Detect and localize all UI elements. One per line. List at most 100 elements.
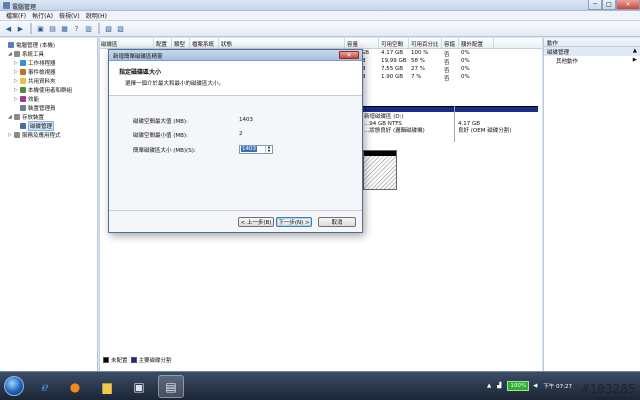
close-button[interactable]: ✕ [616, 0, 640, 10]
back-arrow-icon[interactable]: ◀ [3, 23, 14, 34]
dialog-header: 指定磁碟區大小 選擇一個介於最大和最小的磁碟區大小。 [109, 61, 362, 96]
partition-oem-size: 4.17 GB [458, 121, 481, 127]
services-icon [14, 131, 20, 138]
console-icon[interactable]: ▥ [83, 23, 94, 34]
computer-management-icon[interactable]: ▤ [158, 375, 184, 398]
disk-list-icon[interactable]: ▨ [115, 23, 126, 34]
toolbar-separator [98, 23, 100, 34]
back-button[interactable]: < 上一步(B) [238, 217, 274, 227]
tree-item[interactable]: ▷ 效能 [0, 94, 97, 103]
legend: 未配置 主要磁碟分割 [100, 354, 540, 365]
properties-icon[interactable]: ▦ [59, 23, 70, 34]
volume-size-input[interactable]: 1403 [240, 146, 265, 153]
table-cell: 27 % [411, 66, 425, 72]
expander-icon[interactable]: ▷ [14, 60, 19, 66]
spin-down-icon[interactable]: ▼ [266, 149, 272, 154]
maximize-button[interactable]: □ [602, 0, 616, 10]
tree-item[interactable]: ▷ 工作排程器 [0, 58, 97, 67]
dialog-titlebar: 新增簡單磁碟區精靈 ✕ [109, 50, 362, 61]
table-cell: 否 [444, 52, 450, 57]
network-icon[interactable]: ▟ [497, 383, 501, 389]
menu-file[interactable]: 檔案(F) [6, 11, 26, 20]
taskbar: ℯ ● ▆ ▣ ▤ ▲ ▟ 100% ◀ 下午 07:27 [0, 371, 640, 400]
unallocated-block[interactable] [363, 150, 397, 190]
firefox-icon[interactable]: ● [62, 375, 88, 398]
explorer-icon[interactable]: ▆ [94, 375, 120, 398]
col-type[interactable]: 類型 [172, 38, 190, 48]
tree-item[interactable]: 磁碟管理 [0, 120, 97, 131]
battery-indicator[interactable]: 100% [507, 381, 530, 391]
partition-d-name: 新增磁碟區 (D:) [364, 114, 404, 120]
cancel-button[interactable]: 取消 [318, 217, 356, 227]
dialog-header-title: 指定磁碟區大小 [119, 69, 162, 76]
ie-icon[interactable]: ℯ [32, 375, 58, 398]
col-volume[interactable]: 磁碟區 [99, 38, 154, 48]
more-actions[interactable]: 其他動作 ▶ [544, 56, 640, 65]
col-layout[interactable]: 配置 [154, 38, 172, 48]
expander-icon[interactable]: ◢ [8, 51, 13, 57]
clock[interactable]: 下午 07:27 [543, 382, 572, 390]
expander-icon[interactable]: ▷ [14, 78, 19, 84]
col-capacity[interactable]: 容量 [345, 38, 379, 48]
col-filesystem[interactable]: 檔案系統 [190, 38, 219, 48]
col-pct-free[interactable]: 可用百分比 [409, 38, 442, 48]
dialog-title: 新增簡單磁碟區精靈 [113, 54, 163, 60]
tree-item[interactable]: ▷ 事件檢視器 [0, 67, 97, 76]
tree-item[interactable]: 電腦管理 (本機) [0, 40, 97, 49]
spin-arrows[interactable]: ▲ ▼ [265, 145, 272, 154]
partition-oem[interactable]: 4.17 GB 良好 (OEM 磁碟分割) [458, 121, 538, 135]
tree-item[interactable]: ▷ 本機使用者和群組 [0, 85, 97, 94]
help-icon[interactable]: ? [71, 23, 82, 34]
computer-icon [8, 41, 14, 48]
toolbar: ◀ ▶ ▣ ▤ ▦ ? ▥ ▧ ▨ [0, 21, 640, 37]
media-icon[interactable]: ▣ [126, 375, 152, 398]
next-button[interactable]: 下一步(N) > [276, 217, 312, 227]
partition-d[interactable]: 新增磁碟區 (D:) ...94 GB NTFS ...狀態良好 (邏輯磁碟機) [364, 114, 452, 135]
folder-icon [20, 77, 26, 84]
table-cell: 7 % [411, 74, 422, 80]
table-cell: 100 % [411, 50, 429, 56]
tray-arrow-icon[interactable]: ▲ [487, 383, 491, 389]
show-tree-icon[interactable]: ▤ [47, 23, 58, 34]
forward-arrow-icon[interactable]: ▶ [15, 23, 26, 34]
col-overhead[interactable]: 額外配置 [459, 38, 494, 48]
col-fault[interactable]: 容錯 [442, 38, 459, 48]
more-actions-label: 其他動作 [556, 59, 579, 65]
start-button[interactable] [4, 376, 24, 396]
tree-item[interactable]: ▷ 共用資料夾 [0, 76, 97, 85]
volume-icon[interactable]: ◀ [533, 383, 537, 389]
menu-action[interactable]: 執行(A) [32, 11, 53, 20]
disk-properties-icon[interactable]: ▧ [103, 23, 114, 34]
volume-size-stepper[interactable]: 1403 ▲ ▼ [239, 145, 273, 154]
dialog-header-subtitle: 選擇一個介於最大和最小的磁碟區大小。 [125, 81, 225, 87]
actions-section[interactable]: 磁碟管理 ▲ [544, 47, 640, 56]
clock-icon [20, 59, 26, 66]
dialog-close-button[interactable]: ✕ [339, 51, 359, 59]
minimize-button[interactable]: ─ [588, 0, 602, 10]
tree-item-label: 存放裝置 [22, 114, 45, 121]
window-titlebar: 電腦管理 ─ □ ✕ [0, 0, 640, 11]
tree-item-label: 系統工具 [22, 51, 45, 58]
new-simple-volume-wizard: 新增簡單磁碟區精靈 ✕ 指定磁碟區大小 選擇一個介於最大和最小的磁碟區大小。 磁… [108, 49, 363, 233]
partition-divider [454, 106, 455, 142]
legend-swatch-unallocated [103, 356, 109, 363]
tree-item[interactable]: 裝置管理員 [0, 103, 97, 112]
collapse-icon: ▲ [632, 48, 637, 54]
expander-icon[interactable]: ▷ [14, 96, 19, 102]
expander-icon[interactable]: ▷ [8, 132, 13, 138]
tree-item-label: 磁碟管理 [28, 120, 55, 131]
partition-d-size: ...94 GB NTFS [364, 121, 402, 127]
col-status[interactable]: 狀態 [219, 38, 345, 48]
menu-help[interactable]: 說明(H) [86, 11, 107, 20]
tree-item[interactable]: ▷ 服務及應用程式 [0, 130, 97, 139]
expander-icon[interactable]: ▷ [14, 69, 19, 75]
menu-view[interactable]: 檢視(V) [59, 11, 80, 20]
expander-icon[interactable]: ▷ [14, 87, 19, 93]
disk-icon [20, 122, 26, 129]
tree-item-label: 共用資料夾 [28, 78, 56, 85]
tree-item[interactable]: ◢ 系統工具 [0, 49, 97, 58]
up-folder-icon[interactable]: ▣ [35, 23, 46, 34]
table-cell: 19.99 GB [381, 58, 407, 64]
col-free[interactable]: 可用空間 [379, 38, 409, 48]
expander-icon[interactable]: ◢ [8, 114, 13, 120]
